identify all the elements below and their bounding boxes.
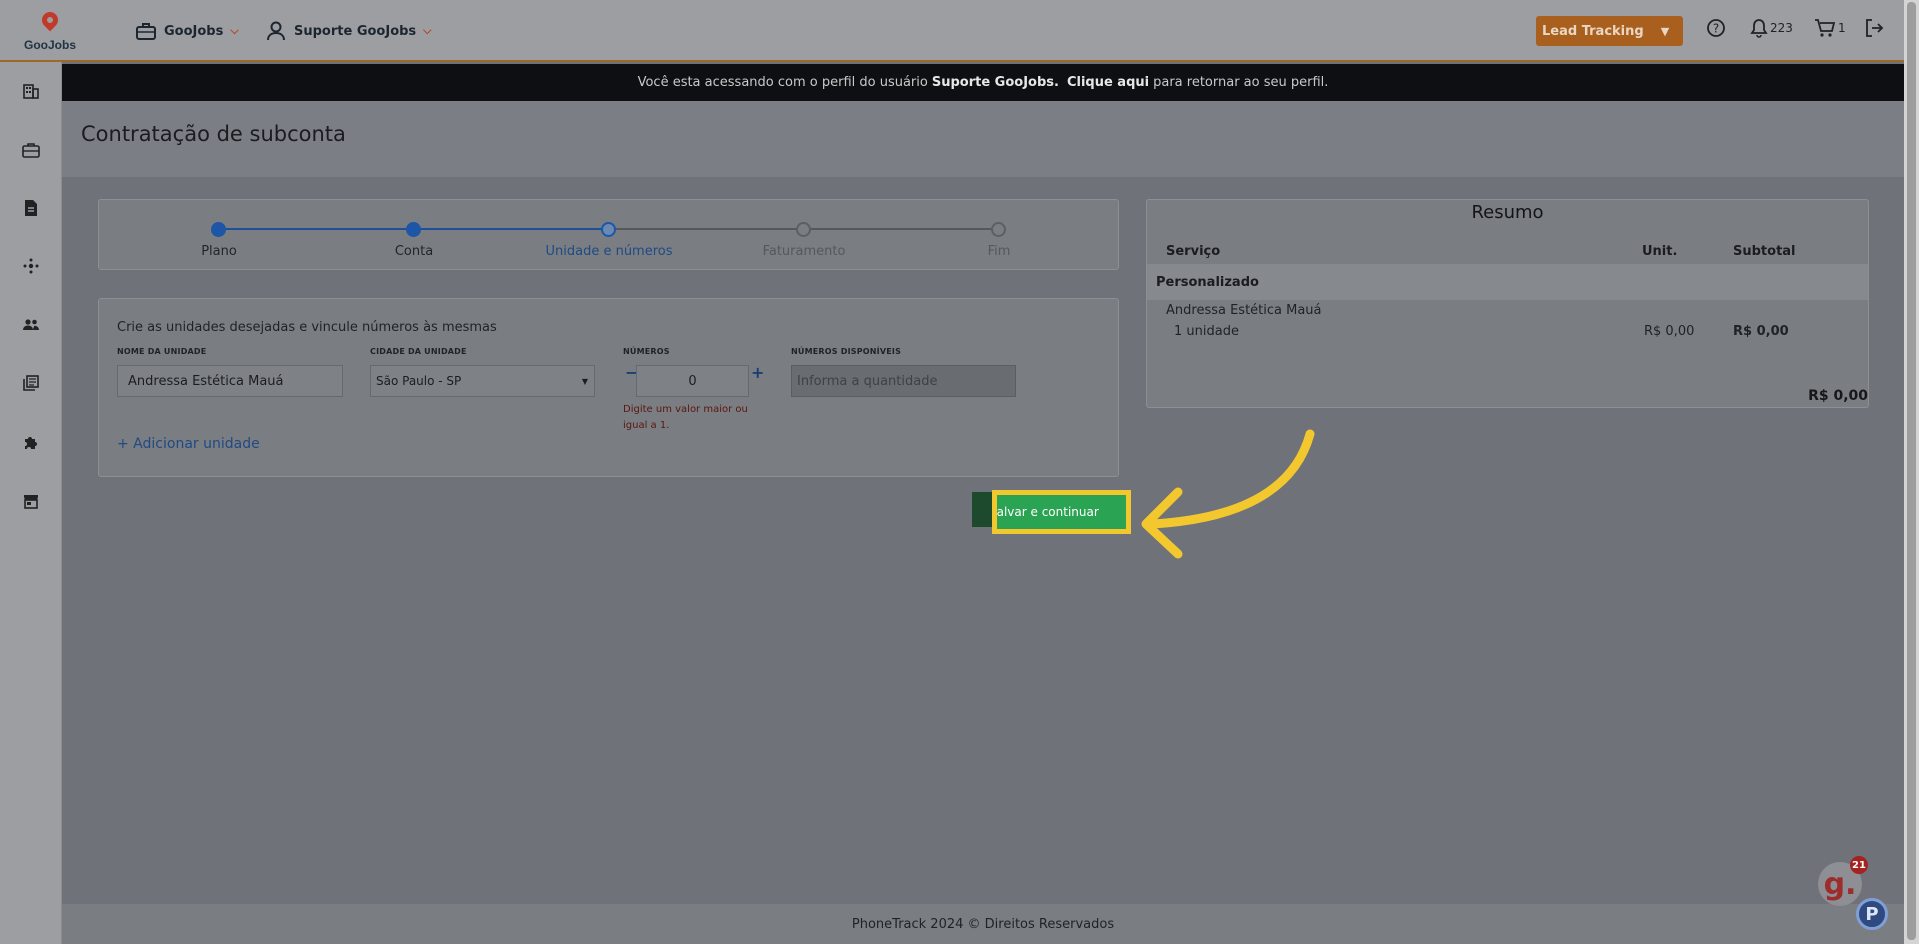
sidebar — [0, 62, 62, 944]
location-pin-icon — [38, 8, 62, 32]
chevron-down-icon: ⌵ — [230, 24, 239, 37]
goojobs-logo[interactable]: GooJobs — [22, 8, 78, 56]
step-label-conta[interactable]: Conta — [395, 244, 433, 259]
nav-goojobs-label: GooJobs — [164, 23, 224, 39]
banner-suffix: para retornar ao seu perfil. — [1153, 75, 1329, 90]
summary-panel: Resumo Serviço Unit. Subtotal Personaliz… — [1146, 199, 1869, 408]
units-form: Crie as unidades desejadas e vincule núm… — [98, 298, 1119, 477]
summary-item-qty: 1 unidade — [1174, 324, 1239, 339]
hub-icon[interactable] — [22, 257, 40, 275]
unit-city-label: CIDADE DA UNIDADE — [370, 347, 467, 356]
puzzle-icon[interactable] — [22, 433, 40, 451]
logo-text: GooJobs — [23, 38, 76, 52]
help-icon: ? — [1707, 19, 1725, 37]
users-icon[interactable] — [22, 316, 40, 334]
summary-header-subtotal: Subtotal — [1733, 244, 1796, 259]
page-title: Contratação de subconta — [81, 122, 346, 146]
caret-down-icon[interactable]: ▼ — [1647, 16, 1683, 46]
unit-city-select[interactable]: São Paulo - SP ▼ — [370, 365, 595, 397]
save-continue-button[interactable]: Salvar e continuar — [992, 490, 1131, 534]
scrollbar-thumb[interactable] — [1907, 2, 1916, 940]
save-button-shadow — [972, 492, 992, 527]
available-numbers-input: Informa a quantidade — [791, 365, 1016, 397]
nav-suporte-label: Suporte GooJobs — [294, 23, 417, 39]
briefcase-icon — [136, 23, 156, 40]
page-header: Contratação de subconta — [62, 101, 1904, 177]
cart-icon — [1815, 19, 1836, 37]
banner-return-link[interactable]: Clique aqui — [1067, 75, 1149, 90]
building-icon[interactable] — [22, 82, 40, 100]
lead-tracking-button[interactable]: Lead Tracking ▼ — [1536, 16, 1683, 46]
units-intro: Crie as unidades desejadas e vincule núm… — [117, 320, 497, 335]
summary-item-name: Andressa Estética Mauá — [1166, 303, 1322, 318]
step-label-fim: Fim — [987, 244, 1011, 259]
available-numbers-label: NÚMEROS DISPONÍVEIS — [791, 347, 902, 356]
summary-item-subtotal: R$ 0,00 — [1733, 324, 1789, 339]
summary-header-unit: Unit. — [1642, 244, 1678, 259]
bell-icon — [1750, 19, 1768, 38]
lead-tracking-label: Lead Tracking — [1542, 23, 1644, 39]
save-continue-label: Salvar e continuar — [992, 505, 1099, 519]
summary-title: Resumo — [1471, 202, 1544, 223]
library-icon[interactable] — [22, 374, 40, 392]
summary-group-row: Personalizado — [1147, 264, 1868, 300]
chat-badge: 21 — [1850, 856, 1868, 874]
cart-count: 1 — [1838, 21, 1846, 35]
top-bar: GooJobs GooJobs ⌵ Suporte GooJobs ⌵ Lead… — [0, 0, 1904, 62]
banner-prefix: Você esta acessando com o perfil do usuá… — [637, 75, 928, 90]
numbers-value: 0 — [688, 373, 697, 389]
unit-city-value: São Paulo - SP — [376, 374, 462, 388]
unit-name-label: NOME DA UNIDADE — [117, 347, 207, 356]
footer-text: PhoneTrack 2024 © Direitos Reservados — [851, 916, 1115, 932]
support-widget-button[interactable]: P — [1856, 898, 1888, 930]
notifications-count: 223 — [1770, 21, 1793, 35]
step-label-faturamento: Faturamento — [762, 244, 846, 259]
unit-name-value: Andressa Estética Mauá — [128, 373, 284, 389]
step-dot-fim — [991, 222, 1006, 237]
numbers-increment-button[interactable]: + — [751, 363, 764, 382]
logout-icon — [1866, 19, 1884, 37]
step-dot-faturamento — [796, 222, 811, 237]
vertical-scrollbar[interactable] — [1904, 0, 1919, 944]
banner-user: Suporte GooJobs. — [931, 75, 1059, 90]
summary-total: R$ 0,00 — [1808, 388, 1868, 404]
svg-text:?: ? — [1713, 22, 1719, 36]
unit-name-input[interactable]: Andressa Estética Mauá — [117, 365, 343, 397]
annotation-arrow-icon — [1141, 429, 1315, 559]
document-icon[interactable] — [22, 199, 40, 217]
nav-suporte[interactable]: Suporte GooJobs ⌵ — [265, 19, 432, 43]
nav-goojobs[interactable]: GooJobs ⌵ — [135, 19, 239, 43]
progress-stepper: Plano Conta Unidade e números Faturament… — [98, 199, 1119, 270]
impersonation-banner: Você esta acessando com o perfil do usuá… — [62, 64, 1904, 101]
select-caret-icon: ▼ — [581, 376, 588, 386]
numbers-input[interactable]: 0 — [636, 365, 749, 397]
footer: PhoneTrack 2024 © Direitos Reservados — [62, 904, 1904, 944]
step-dot-plano[interactable] — [211, 222, 226, 237]
notifications-button[interactable]: 223 — [1750, 18, 1793, 38]
step-label-plano[interactable]: Plano — [201, 244, 237, 259]
numbers-error-message: Digite um valor maior ou igual a 1. — [623, 404, 748, 431]
help-button[interactable]: ? — [1706, 18, 1726, 38]
available-numbers-placeholder: Informa a quantidade — [797, 373, 938, 389]
store-icon[interactable] — [22, 492, 40, 510]
step-dot-conta[interactable] — [406, 222, 421, 237]
cart-button[interactable]: 1 — [1814, 18, 1846, 38]
numbers-label: NÚMEROS — [623, 347, 670, 356]
summary-item-unit-price: R$ 0,00 — [1644, 324, 1695, 339]
briefcase-icon[interactable] — [22, 141, 40, 159]
add-unit-link[interactable]: + Adicionar unidade — [117, 436, 260, 452]
step-label-unidade: Unidade e números — [545, 244, 673, 259]
logout-button[interactable] — [1864, 18, 1884, 38]
chat-logo-icon: g. — [1823, 866, 1857, 902]
summary-header-service: Serviço — [1166, 244, 1221, 259]
step-dot-unidade[interactable] — [601, 222, 616, 237]
chat-widget-button[interactable]: g. 21 — [1818, 856, 1868, 906]
chevron-down-icon: ⌵ — [423, 24, 432, 37]
user-icon — [267, 21, 285, 41]
support-logo-icon: P — [1865, 903, 1879, 925]
